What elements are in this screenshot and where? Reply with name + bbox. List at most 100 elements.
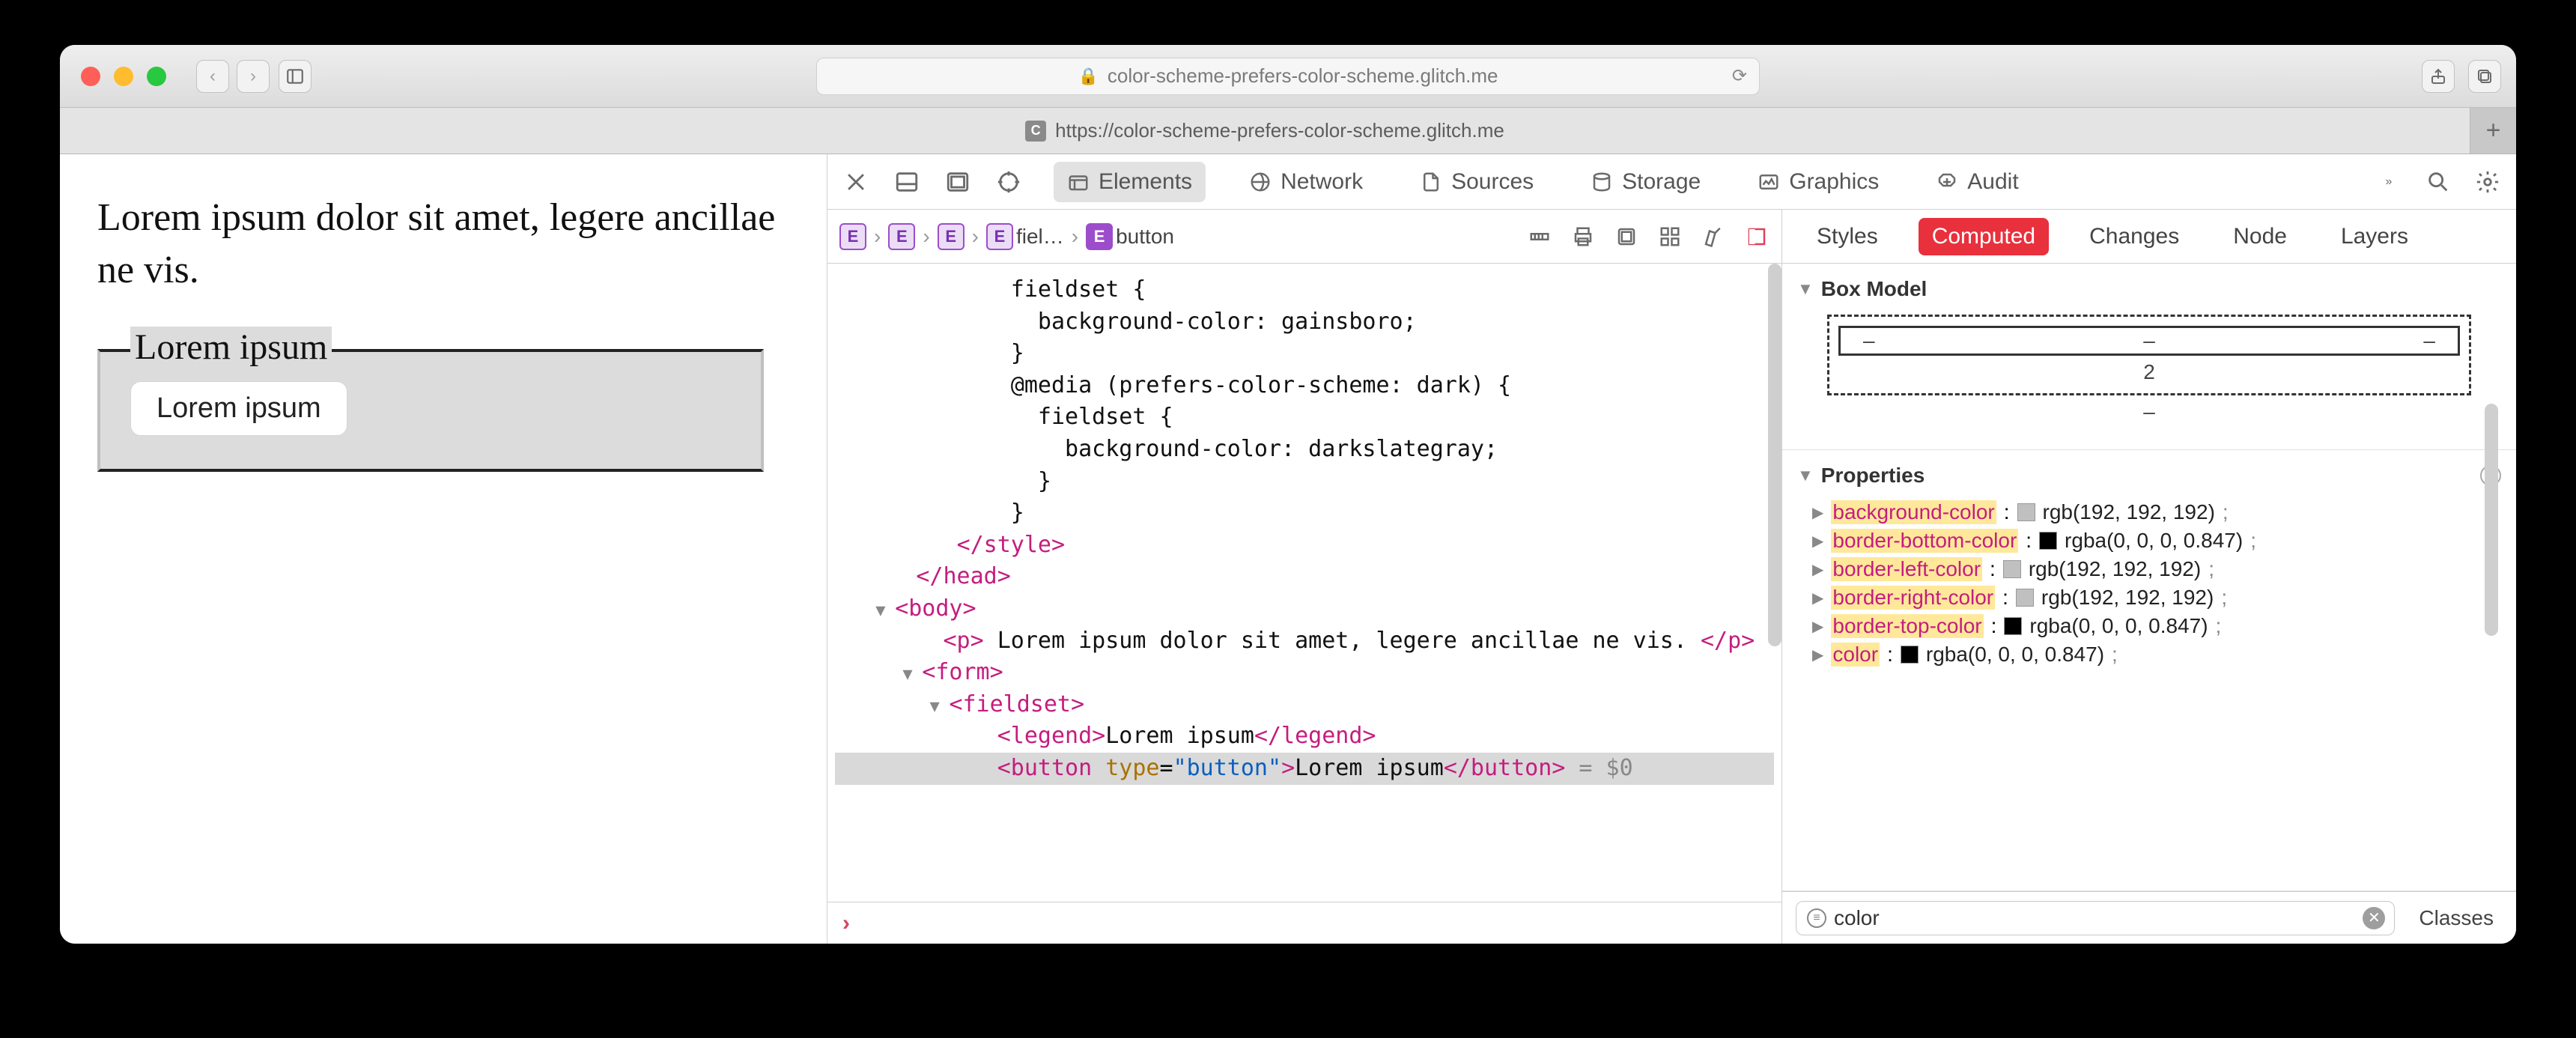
- properties-list: ▶background-color: rgb(192, 192, 192);▶b…: [1797, 494, 2501, 678]
- sidebar-tabs: Styles Computed Changes Node Layers: [1782, 210, 2516, 264]
- page-button[interactable]: Lorem ipsum: [130, 381, 347, 436]
- disclosure-icon: ▶: [1812, 532, 1823, 550]
- breadcrumb-item[interactable]: Efiel…: [986, 223, 1064, 250]
- disclosure-icon: ▶: [1812, 503, 1823, 522]
- force-state-button[interactable]: [1614, 224, 1639, 249]
- browser-tab[interactable]: C https://color-scheme-prefers-color-sch…: [60, 108, 2470, 154]
- color-swatch[interactable]: [1901, 646, 1919, 664]
- breadcrumb-item[interactable]: E: [938, 223, 965, 250]
- breadcrumb-item[interactable]: E: [839, 223, 866, 250]
- tab-audit[interactable]: Audit: [1922, 162, 2032, 202]
- tab-graphics[interactable]: Graphics: [1744, 162, 1892, 202]
- dock-side-icon[interactable]: [943, 167, 973, 197]
- tab-changes[interactable]: Changes: [2076, 218, 2193, 255]
- page-fieldset: Lorem ipsum Lorem ipsum: [97, 349, 764, 472]
- disclosure-icon: ▶: [1812, 589, 1823, 607]
- styles-sidebar: Styles Computed Changes Node Layers ▼ Bo…: [1782, 210, 2516, 944]
- tab-bar: C https://color-scheme-prefers-color-sch…: [60, 108, 2516, 154]
- tab-node[interactable]: Node: [2220, 218, 2300, 255]
- close-devtools-button[interactable]: [841, 167, 871, 197]
- dom-tree[interactable]: fieldset { background-color: gainsboro; …: [827, 264, 1781, 902]
- property-value: rgb(192, 192, 192): [2041, 586, 2214, 610]
- property-name: border-top-color: [1831, 614, 1983, 638]
- box-model-section: ▼ Box Model – – – 2: [1782, 264, 2516, 450]
- filter-input[interactable]: ≡ color ✕: [1796, 901, 2395, 935]
- inspect-element-button[interactable]: [994, 167, 1024, 197]
- breadcrumb-item-selected[interactable]: Ebutton: [1086, 223, 1174, 250]
- property-row[interactable]: ▶border-top-color: rgba(0, 0, 0, 0.847);: [1812, 612, 2486, 640]
- property-name: color: [1831, 643, 1880, 667]
- tab-elements[interactable]: Elements: [1054, 162, 1206, 202]
- property-value: rgb(192, 192, 192): [2043, 500, 2215, 524]
- tab-storage[interactable]: Storage: [1577, 162, 1714, 202]
- share-button[interactable]: [2422, 60, 2455, 93]
- page-paragraph: Lorem ipsum dolor sit amet, legere ancil…: [97, 192, 789, 297]
- paint-flashing-button[interactable]: [1701, 224, 1726, 249]
- breadcrumb-tools: [1527, 224, 1770, 249]
- property-name: border-left-color: [1831, 557, 1982, 581]
- rulers-button[interactable]: [1527, 224, 1552, 249]
- overflow-button[interactable]: »: [2374, 167, 2404, 197]
- property-row[interactable]: ▶background-color: rgb(192, 192, 192);: [1812, 498, 2486, 526]
- search-button[interactable]: [2423, 167, 2453, 197]
- tab-network[interactable]: Network: [1236, 162, 1376, 202]
- color-swatch[interactable]: [2003, 560, 2021, 578]
- print-button[interactable]: [1570, 224, 1596, 249]
- compositing-borders-button[interactable]: [1744, 224, 1770, 249]
- color-swatch[interactable]: [2017, 503, 2035, 521]
- clear-filter-button[interactable]: ✕: [2363, 907, 2385, 929]
- devtools-toolbar: Elements Network Sources Storage: [827, 154, 2516, 210]
- disclosure-icon: ▶: [1812, 646, 1823, 664]
- property-row[interactable]: ▶border-bottom-color: rgba(0, 0, 0, 0.84…: [1812, 526, 2486, 555]
- devtools: Elements Network Sources Storage: [827, 154, 2516, 944]
- breadcrumb: E › E › E › Efiel… › Ebutton: [827, 210, 1781, 264]
- tab-layers[interactable]: Layers: [2327, 218, 2422, 255]
- sidebar-scrollbar[interactable]: [2485, 404, 2498, 636]
- sidebar-toggle-button[interactable]: [279, 60, 312, 93]
- console-drawer[interactable]: ›: [827, 902, 1781, 944]
- minimize-window-button[interactable]: [114, 67, 133, 86]
- property-row[interactable]: ▶color: rgba(0, 0, 0, 0.847);: [1812, 640, 2486, 669]
- fieldset-legend: Lorem ipsum: [130, 327, 332, 368]
- disclosure-icon: ▶: [1812, 617, 1823, 636]
- nav-buttons: ‹ ›: [196, 60, 270, 93]
- close-window-button[interactable]: [81, 67, 100, 86]
- classes-button[interactable]: Classes: [2410, 906, 2503, 930]
- titlebar-right: [2422, 60, 2501, 93]
- property-value: rgba(0, 0, 0, 0.847): [1926, 643, 2104, 667]
- property-name: border-bottom-color: [1831, 529, 2018, 553]
- filter-row: ≡ color ✕ Classes: [1782, 891, 2516, 944]
- disclosure-icon: ▶: [1812, 560, 1823, 579]
- box-model-header[interactable]: ▼ Box Model: [1797, 271, 2501, 307]
- dock-bottom-icon[interactable]: [892, 167, 922, 197]
- grid-overlay-button[interactable]: [1657, 224, 1683, 249]
- forward-button[interactable]: ›: [237, 60, 270, 93]
- new-tab-button[interactable]: +: [2470, 108, 2516, 154]
- tab-sources[interactable]: Sources: [1406, 162, 1547, 202]
- tab-styles[interactable]: Styles: [1803, 218, 1892, 255]
- properties-header[interactable]: ▼ Properties ≡: [1797, 458, 2501, 494]
- breadcrumb-item[interactable]: E: [888, 223, 915, 250]
- url-bar[interactable]: 🔒 color-scheme-prefers-color-scheme.glit…: [816, 58, 1760, 95]
- zoom-window-button[interactable]: [147, 67, 166, 86]
- tabs-overview-button[interactable]: [2468, 60, 2501, 93]
- devtools-left-icons: [841, 167, 1024, 197]
- property-name: background-color: [1831, 500, 1996, 524]
- reload-button[interactable]: ⟳: [1732, 65, 1747, 87]
- url-text: color-scheme-prefers-color-scheme.glitch…: [1108, 64, 1498, 88]
- back-button[interactable]: ‹: [196, 60, 229, 93]
- dom-selected-node[interactable]: <button type="button">Lorem ipsum</butto…: [835, 753, 1774, 785]
- property-row[interactable]: ▶border-left-color: rgb(192, 192, 192);: [1812, 555, 2486, 583]
- color-swatch[interactable]: [2016, 589, 2034, 607]
- settings-button[interactable]: [2473, 167, 2503, 197]
- console-prompt-icon: ›: [842, 911, 850, 936]
- devtools-body: E › E › E › Efiel… › Ebutton: [827, 210, 2516, 944]
- box-model-diagram: – – – 2 –: [1797, 307, 2501, 442]
- dom-column: E › E › E › Efiel… › Ebutton: [827, 210, 1782, 944]
- property-row[interactable]: ▶border-right-color: rgb(192, 192, 192);: [1812, 583, 2486, 612]
- color-swatch[interactable]: [2004, 617, 2022, 635]
- color-swatch[interactable]: [2039, 532, 2057, 550]
- window-controls: [81, 67, 166, 86]
- tab-computed[interactable]: Computed: [1919, 218, 2049, 255]
- dom-scrollbar[interactable]: [1768, 264, 1781, 646]
